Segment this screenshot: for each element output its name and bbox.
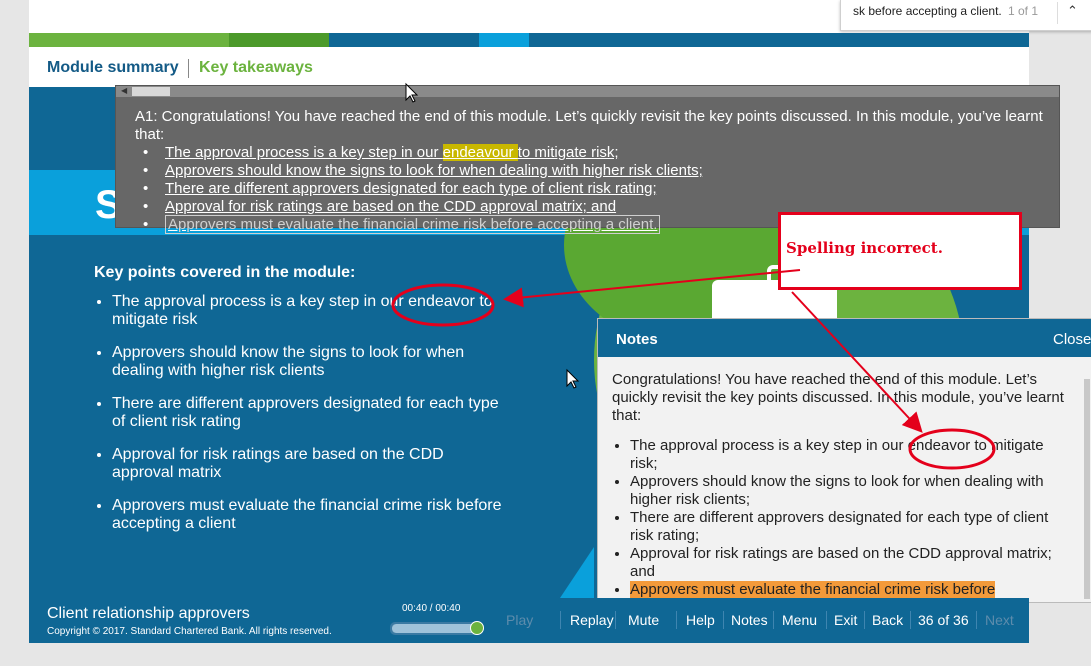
transcript-item: There are different approvers designated… xyxy=(135,180,1055,198)
transcript-intro: A1: Congratulations! You have reached th… xyxy=(135,108,1043,143)
find-count: 1 of 1 xyxy=(1008,4,1039,18)
key-points-list: The approval process is a key step in ou… xyxy=(94,293,502,548)
control-divider xyxy=(910,611,911,629)
control-divider xyxy=(615,611,616,629)
find-query[interactable]: sk before accepting a client. xyxy=(853,4,1002,18)
menu-button[interactable]: Menu xyxy=(782,612,817,628)
notes-intro: Congratulations! You have reached the en… xyxy=(612,371,1064,424)
callout-text: Spelling incorrect. xyxy=(786,239,943,257)
tab-key-takeaways[interactable]: Key takeaways xyxy=(199,59,313,77)
notes-list: The approval process is a key step in ou… xyxy=(612,437,1072,599)
control-divider xyxy=(864,611,865,629)
transcript-panel: ◀ A1: Congratulations! You have reached … xyxy=(115,85,1060,234)
chevron-up-icon[interactable]: ⌃ xyxy=(1067,3,1078,19)
key-point: Approval for risk ratings are based on t… xyxy=(112,446,502,482)
exit-button[interactable]: Exit xyxy=(834,612,857,628)
notes-item: Approvers must evaluate the financial cr… xyxy=(630,581,1072,599)
find-bar: sk before accepting a client. 1 of 1 ⌃ xyxy=(840,0,1091,31)
progress-fill xyxy=(392,624,480,633)
progress-knob[interactable] xyxy=(470,621,484,635)
help-button[interactable]: Help xyxy=(686,612,715,628)
control-divider xyxy=(826,611,827,629)
strip-segment xyxy=(29,33,229,47)
find-divider xyxy=(1057,2,1058,24)
notes-title: Notes xyxy=(616,331,658,348)
notes-item: Approval for risk ratings are based on t… xyxy=(630,545,1072,581)
transcript-text-part: The approval process is a key step in ou… xyxy=(165,144,443,161)
notes-button[interactable]: Notes xyxy=(731,612,768,628)
notes-scrollbar[interactable] xyxy=(1084,379,1090,599)
notes-body: Congratulations! You have reached the en… xyxy=(612,371,1072,599)
replay-button[interactable]: Replay xyxy=(570,612,614,628)
playback-progress[interactable] xyxy=(390,621,484,635)
notes-item: There are different approvers designated… xyxy=(630,509,1072,545)
transcript-item: Approvers should know the signs to look … xyxy=(135,162,1055,180)
decorative-corner xyxy=(554,547,594,598)
transcript-scrollbar[interactable]: ◀ xyxy=(116,86,1059,97)
playback-time: 00:40 / 00:40 xyxy=(402,603,461,614)
brand-color-strip xyxy=(29,33,1029,47)
course-title: Client relationship approvers xyxy=(47,605,250,622)
mute-button[interactable]: Mute xyxy=(628,612,659,628)
highlighted-text: Approvers must evaluate the financial cr… xyxy=(630,581,996,598)
annotation-callout: Spelling incorrect. xyxy=(778,212,1022,290)
tab-module-summary[interactable]: Module summary xyxy=(47,59,179,77)
control-divider xyxy=(976,611,977,629)
key-point: The approval process is a key step in ou… xyxy=(112,293,502,329)
notes-header: Notes Close xyxy=(598,319,1091,357)
transcript-item: The approval process is a key step in ou… xyxy=(135,144,1055,162)
control-divider xyxy=(560,611,561,629)
key-points-heading: Key points covered in the module: xyxy=(94,264,356,281)
notes-panel: Notes Close Congratulations! You have re… xyxy=(597,318,1091,603)
strip-segment xyxy=(329,33,479,47)
player-controls: Client relationship approvers Copyright … xyxy=(29,598,1029,643)
tab-divider xyxy=(188,59,189,78)
transcript-text-part: to mitigate risk; xyxy=(517,144,619,161)
scrollbar-thumb[interactable] xyxy=(132,87,170,96)
find-match: Approvers must evaluate the financial cr… xyxy=(165,215,661,234)
scroll-left-icon[interactable]: ◀ xyxy=(121,86,127,95)
notes-close-button[interactable]: Close xyxy=(1053,331,1091,348)
module-header: Module summary Key takeaways xyxy=(29,47,1029,87)
strip-segment xyxy=(479,33,529,47)
highlighted-word: endeavour xyxy=(442,144,518,161)
key-point: Approvers should know the signs to look … xyxy=(112,344,502,380)
key-point: Approvers must evaluate the financial cr… xyxy=(112,497,502,533)
play-button[interactable]: Play xyxy=(506,612,533,628)
strip-segment xyxy=(229,33,329,47)
next-button[interactable]: Next xyxy=(985,612,1014,628)
key-point: There are different approvers designated… xyxy=(112,395,502,431)
control-divider xyxy=(773,611,774,629)
copyright-text: Copyright © 2017. Standard Chartered Ban… xyxy=(47,626,332,637)
notes-item: The approval process is a key step in ou… xyxy=(630,437,1072,473)
notes-item: Approvers should know the signs to look … xyxy=(630,473,1072,509)
page-counter: 36 of 36 xyxy=(918,612,969,628)
back-button[interactable]: Back xyxy=(872,612,903,628)
control-divider xyxy=(723,611,724,629)
control-divider xyxy=(676,611,677,629)
strip-segment xyxy=(529,33,1029,47)
